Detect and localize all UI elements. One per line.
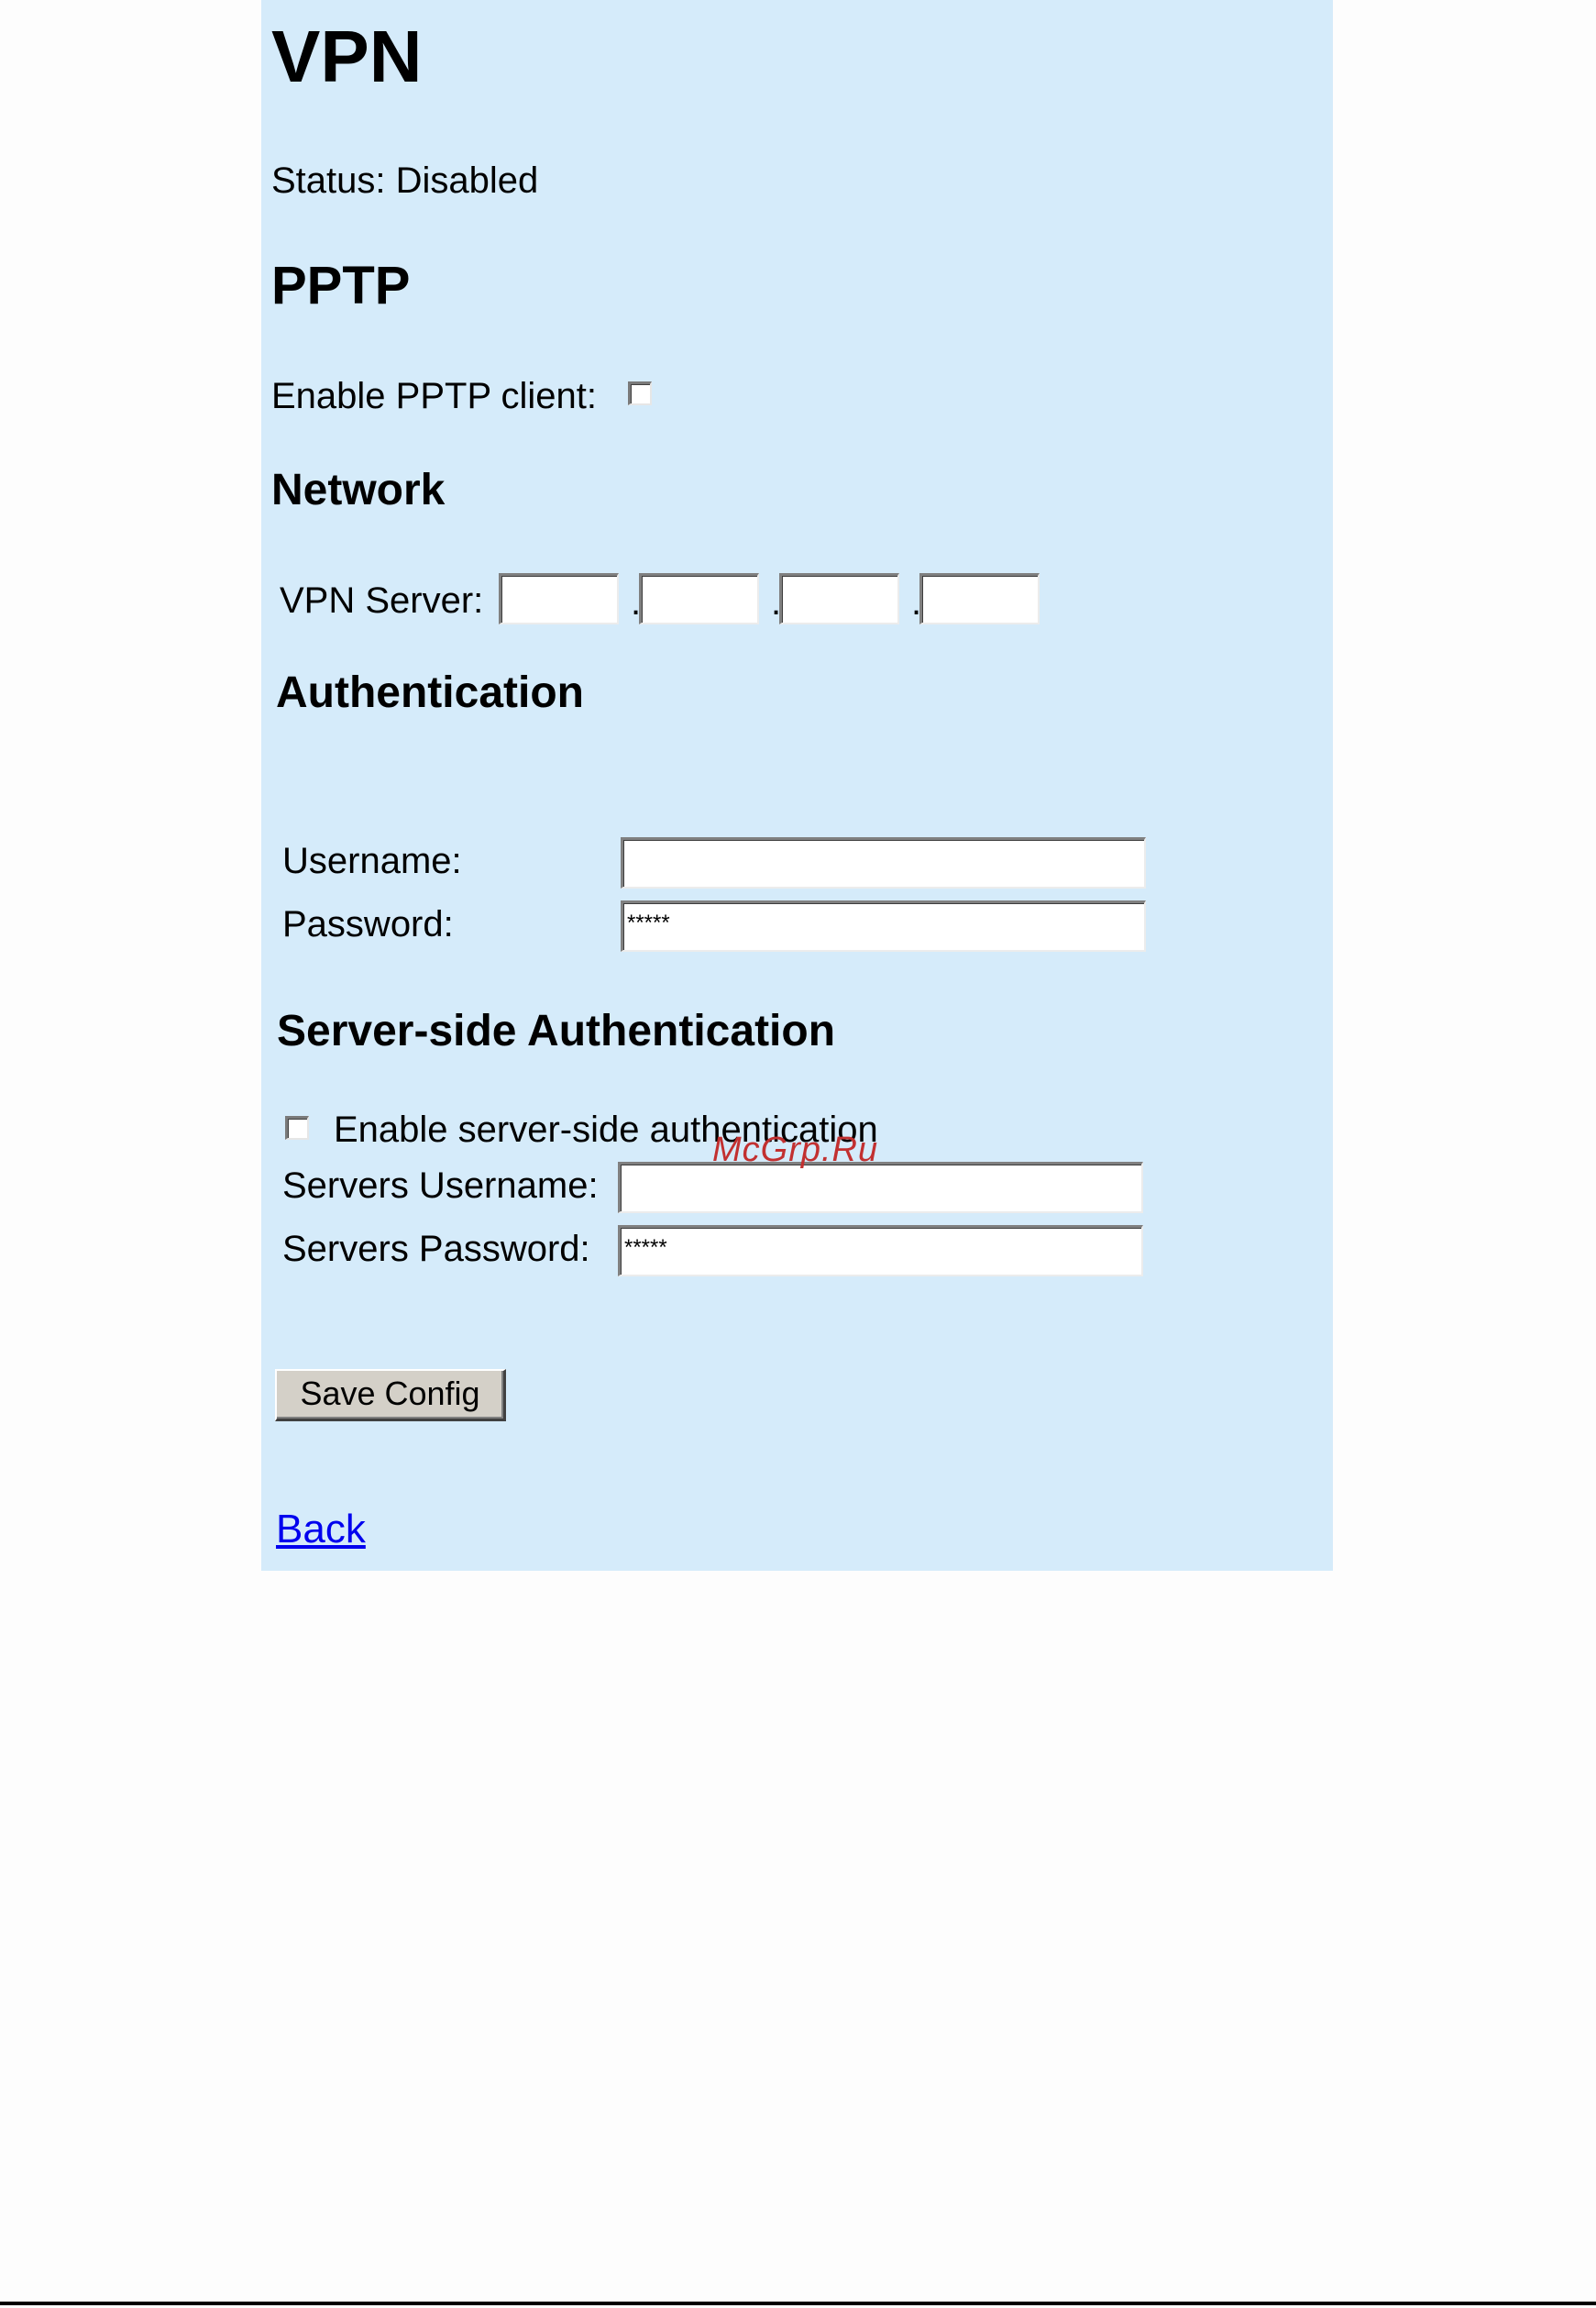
authentication-heading: Authentication [276,668,584,717]
username-input[interactable] [621,837,1146,889]
save-config-button[interactable]: Save Config [275,1369,506,1421]
password-label: Password: [282,904,454,944]
bottom-divider [0,2302,1596,2305]
password-input[interactable]: ***** [621,900,1146,952]
back-link[interactable]: Back [276,1505,366,1554]
server-side-authentication-heading: Server-side Authentication [277,1007,836,1055]
watermark-text: McGrp.Ru [712,1131,879,1169]
servers-username-input[interactable] [618,1162,1143,1213]
vpn-server-octet-2[interactable] [639,573,759,624]
enable-pptp-label: Enable PPTP client: [271,376,598,416]
enable-server-side-auth-checkbox[interactable] [285,1116,309,1140]
network-heading: Network [271,466,446,514]
page-title: VPN [271,16,423,97]
servers-username-label: Servers Username: [282,1165,599,1206]
vpn-server-label: VPN Server: [280,580,484,621]
enable-pptp-checkbox[interactable] [628,381,652,405]
pptp-heading: PPTP [271,256,411,315]
vpn-server-octet-4[interactable] [919,573,1040,624]
vpn-config-panel: VPN Status: Disabled PPTP Enable PPTP cl… [261,0,1333,1571]
status-text: Status: Disabled [271,160,539,201]
vpn-server-octet-1[interactable] [499,573,619,624]
servers-password-label: Servers Password: [282,1229,590,1269]
vpn-server-octet-3[interactable] [779,573,899,624]
username-label: Username: [282,841,462,881]
servers-password-input[interactable]: ***** [618,1225,1143,1276]
